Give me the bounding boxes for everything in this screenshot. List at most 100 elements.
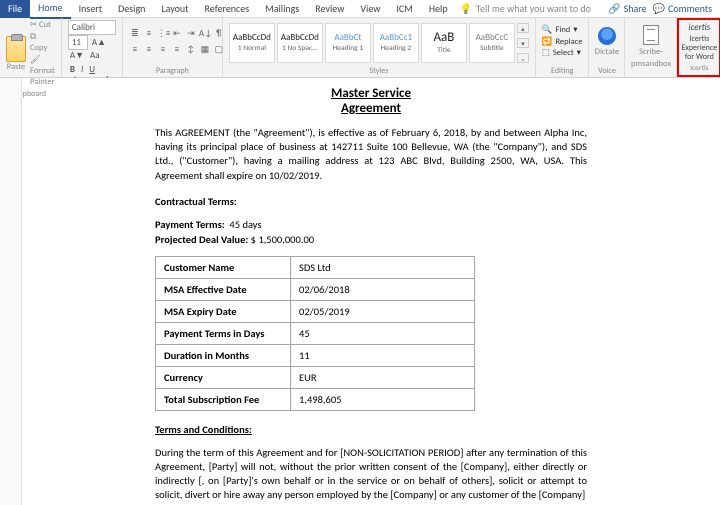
document-icon <box>643 25 659 45</box>
group-paragraph-label: Paragraph <box>129 65 216 76</box>
align-right-button[interactable]: ≡ <box>157 44 169 58</box>
comments-button[interactable]: 💬 Comments <box>653 2 712 15</box>
table-row: Payment Terms in Days45 <box>156 322 475 344</box>
ribbon-tabs: File Home Insert Design Layout Reference… <box>0 0 720 18</box>
share-icon: 🔗 <box>608 2 620 15</box>
style-subtitle[interactable]: AaBbCcCSubtitle <box>469 23 515 63</box>
share-label: Share <box>624 2 647 15</box>
group-font: Calibri 11 A▲ A▼ Aa B I U abc x₂ x² A A … <box>62 18 123 77</box>
chevron-up-icon: ▴ <box>517 23 529 33</box>
payment-terms-line: Payment Terms: 45 days <box>155 218 587 231</box>
font-size-select[interactable]: 11 <box>68 35 88 50</box>
icertis-logo: icertis <box>689 22 711 33</box>
lightbulb-icon: 💡 <box>460 2 472 15</box>
document-area: Master Service Agreement This AGREEMENT … <box>0 78 720 505</box>
increase-indent-button[interactable]: ⇥ <box>185 28 197 42</box>
style-heading1[interactable]: AaBbCtHeading 1 <box>325 23 371 63</box>
doc-title-line2: Agreement <box>155 101 587 116</box>
find-icon: 🔍 <box>542 25 553 37</box>
table-row: CurrencyEUR <box>156 366 475 388</box>
dictate-label: Dictate <box>595 47 620 58</box>
copy-label: Copy <box>30 43 47 53</box>
group-editing-label: Editing <box>542 65 583 76</box>
tab-mailings[interactable]: Mailings <box>257 0 307 18</box>
tab-file[interactable]: File <box>0 0 30 18</box>
doc-title-line1: Master Service <box>155 86 587 101</box>
group-styles: AaBbCcDd1 Normal AaBbCcDd1 No Spac... Aa… <box>223 18 536 77</box>
paste-icon <box>6 36 26 62</box>
section-contractual-terms: Contractual Terms: <box>155 195 587 208</box>
comments-label: Comments <box>668 2 712 15</box>
style-nospacing[interactable]: AaBbCcDd1 No Spac... <box>277 23 323 63</box>
align-left-button[interactable]: ≡ <box>129 44 141 58</box>
multilevel-button[interactable]: ⋮≡ <box>157 28 169 42</box>
group-paragraph: ≣ ≡ ⋮≡ ⇤ ⇥ A↓ ¶ ≡ ≡ ≡ ≡ ↕ ▦ ▢ Paragraph <box>123 18 223 77</box>
scribe-label: Scribe-pmsandbox <box>631 47 671 69</box>
table-row: MSA Effective Date02/06/2018 <box>156 278 475 300</box>
tab-help[interactable]: Help <box>421 0 456 18</box>
paste-button[interactable]: Paste <box>6 36 26 73</box>
tc-paragraph: During the term of this Agreement and fo… <box>155 446 587 503</box>
align-center-button[interactable]: ≡ <box>143 44 155 58</box>
table-row: Customer NameSDS Ltd <box>156 256 475 278</box>
tab-design[interactable]: Design <box>110 0 153 18</box>
change-case-button[interactable]: Aa <box>88 50 102 61</box>
tab-home[interactable]: Home <box>30 0 70 19</box>
sort-button[interactable]: A↓ <box>199 28 211 42</box>
font-family-select[interactable]: Calibri <box>68 20 116 35</box>
line-spacing-button[interactable]: ↕ <box>185 44 197 58</box>
contract-table: Customer NameSDS Ltd MSA Effective Date0… <box>155 256 475 411</box>
tell-me-search[interactable]: 💡 Tell me what you want to do <box>460 2 591 15</box>
tab-references[interactable]: References <box>197 0 258 18</box>
select-button[interactable]: ⬚Select▾ <box>542 48 583 60</box>
ribbon: Paste ✂ Cut ⧉ Copy 🖌 Format Painter Clip… <box>0 18 720 78</box>
document-sheet[interactable]: Master Service Agreement This AGREEMENT … <box>65 78 677 505</box>
group-voice-label: Voice <box>595 65 618 76</box>
icertis-addin-button[interactable]: icertis Icertis Experience for Word Icer… <box>677 18 720 77</box>
grow-font-button[interactable]: A▲ <box>90 37 108 48</box>
tab-review[interactable]: Review <box>307 0 352 18</box>
shading-button[interactable]: ▦ <box>199 44 211 58</box>
numbering-button[interactable]: ≡ <box>143 28 155 42</box>
comments-icon: 💬 <box>653 2 665 15</box>
tell-me-placeholder: Tell me what you want to do <box>476 2 591 15</box>
scribe-button[interactable]: Scribe-pmsandbox <box>631 20 670 75</box>
justify-button[interactable]: ≡ <box>171 44 183 58</box>
styles-more[interactable]: ▴▾⌄ <box>517 23 529 63</box>
tab-insert[interactable]: Insert <box>71 0 111 18</box>
shrink-font-button[interactable]: A▼ <box>68 50 86 61</box>
group-clipboard: Paste ✂ Cut ⧉ Copy 🖌 Format Painter Clip… <box>0 18 62 77</box>
select-icon: ⬚ <box>542 48 550 60</box>
cut-button[interactable]: ✂ Cut <box>30 20 55 31</box>
page-surface[interactable]: Master Service Agreement This AGREEMENT … <box>22 78 720 505</box>
section-terms-conditions: Terms and Conditions: <box>155 423 587 436</box>
replace-button[interactable]: 🔁Replace <box>542 37 583 49</box>
tab-icm[interactable]: ICM <box>388 0 420 18</box>
tab-layout[interactable]: Layout <box>153 0 196 18</box>
style-title[interactable]: AaBTitle <box>421 23 467 63</box>
copy-button[interactable]: ⧉ Copy <box>30 32 55 54</box>
table-row: MSA Expiry Date02/05/2019 <box>156 300 475 322</box>
replace-icon: 🔁 <box>542 37 553 49</box>
group-editing: 🔍Find▾ 🔁Replace ⬚Select▾ Editing <box>536 18 590 77</box>
icertis-caption: Icertis Experience for Word <box>681 35 717 61</box>
share-button[interactable]: 🔗 Share <box>608 2 646 15</box>
group-voice: Dictate Voice <box>589 18 625 77</box>
style-heading2[interactable]: AaBbCc1Heading 2 <box>373 23 419 63</box>
dictate-button[interactable]: Dictate <box>595 20 618 65</box>
tab-view[interactable]: View <box>352 0 388 18</box>
table-row: Duration in Months11 <box>156 344 475 366</box>
find-button[interactable]: 🔍Find▾ <box>542 25 583 37</box>
decrease-indent-button[interactable]: ⇤ <box>171 28 183 42</box>
bullets-button[interactable]: ≣ <box>129 28 141 42</box>
group-styles-label: Styles <box>229 65 529 76</box>
style-normal[interactable]: AaBbCcDd1 Normal <box>229 23 275 63</box>
bold-button[interactable]: B <box>68 64 77 75</box>
italic-button[interactable]: I <box>79 64 85 75</box>
underline-button[interactable]: U <box>87 64 97 75</box>
icertis-sub: Icertis <box>690 64 709 73</box>
table-row: Total Subscription Fee1,498,605 <box>156 388 475 410</box>
doc-intro: This AGREEMENT (the "Agreement"), is eff… <box>155 126 587 183</box>
paste-label: Paste <box>7 62 26 73</box>
cut-label: Cut <box>39 20 51 30</box>
